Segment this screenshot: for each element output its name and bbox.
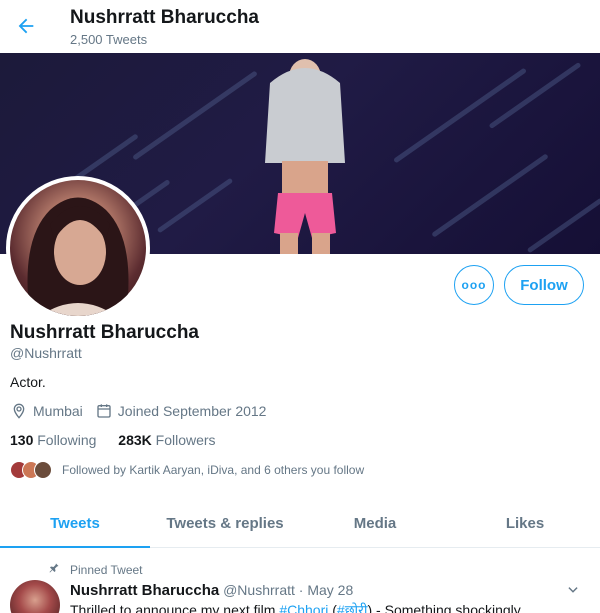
pinned-label: Pinned Tweet [48,562,143,577]
chevron-down-icon [568,587,578,593]
more-options-button[interactable]: ooo [454,265,494,305]
tweet-menu-button[interactable] [566,583,580,602]
more-icon: ooo [461,278,487,292]
tweet-header: Nushrratt Bharuccha @Nushrratt · May 28 [70,582,354,599]
location-icon [10,402,28,420]
tab-tweets[interactable]: Tweets [0,500,150,548]
header-title: Nushrratt Bharuccha [70,7,259,28]
avatar-photo [27,197,129,316]
banner-photo [265,59,345,254]
hashtag-link[interactable]: #Chhori [279,602,328,613]
profile-header: Nushrratt Bharuccha 2,500 Tweets [0,0,600,53]
followed-by-text: Followed by Kartik Aaryan, iDiva, and 6 … [62,463,365,477]
tweet-handle[interactable]: @Nushrratt [223,582,295,598]
profile-handle: @Nushrratt [10,345,82,361]
profile-location: Mumbai [33,403,83,419]
profile-meta: Mumbai Joined September 2012 [10,402,278,420]
tab-tweets-replies[interactable]: Tweets & replies [150,500,300,547]
calendar-icon [95,402,113,420]
tab-likes[interactable]: Likes [450,500,600,547]
follow-stats: 130 Following 283K Followers [10,432,234,448]
tab-media[interactable]: Media [300,500,450,547]
profile-avatar[interactable] [6,176,150,320]
follow-button[interactable]: Follow [504,265,584,305]
following-link[interactable]: 130 Following [10,432,96,448]
tweet-author[interactable]: Nushrratt Bharuccha [70,582,219,599]
pin-icon [48,562,60,577]
avatar [34,461,52,479]
hashtag-link[interactable]: #छोरी [337,602,368,613]
profile-bio: Actor. [10,374,46,390]
tweet-date[interactable]: May 28 [307,582,353,598]
arrow-left-icon [18,18,34,34]
tweet-count: 2,500 Tweets [70,32,148,47]
back-button[interactable] [10,10,42,42]
profile-joined: Joined September 2012 [117,403,267,419]
tweet-text: Thrilled to announce my next film #Chhor… [70,601,521,613]
follower-avatars [10,461,52,479]
profile-name: Nushrratt Bharuccha [10,322,199,343]
tweet-avatar[interactable] [10,580,60,613]
followers-link[interactable]: 283K Followers [118,432,215,448]
followed-by[interactable]: Followed by Kartik Aaryan, iDiva, and 6 … [10,461,364,479]
profile-tabs: Tweets Tweets & replies Media Likes [0,500,600,548]
